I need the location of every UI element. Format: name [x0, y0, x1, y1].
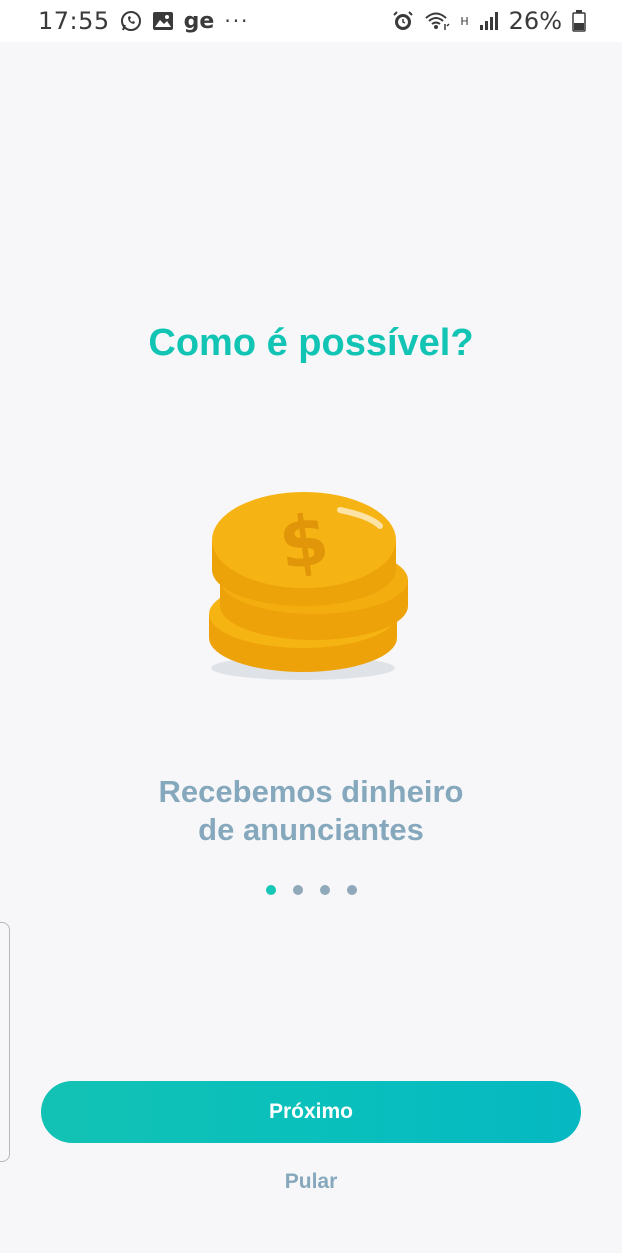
gallery-icon	[152, 11, 174, 31]
alarm-icon	[392, 10, 414, 32]
status-bar-left: 17:55 ge ···	[38, 7, 249, 35]
subtitle-line-1: Recebemos dinheiro	[158, 774, 464, 809]
whatsapp-icon	[120, 10, 142, 32]
skip-link[interactable]: Pular	[0, 1170, 622, 1194]
status-bar-right: H 26%	[392, 7, 586, 35]
page-dot-3[interactable]	[319, 885, 330, 895]
page-dot-4[interactable]	[346, 885, 357, 895]
signal-icon	[479, 11, 499, 31]
subtitle-line-2: de anunciantes	[198, 812, 424, 847]
more-notifications-icon: ···	[224, 9, 250, 33]
page-indicator	[0, 885, 622, 895]
coins-illustration: $	[200, 488, 425, 688]
coin-stack-icon: $	[209, 492, 408, 680]
status-time: 17:55	[38, 7, 110, 35]
onboarding-subtitle: Recebemos dinheiro de anunciantes	[0, 773, 622, 849]
battery-icon	[572, 10, 586, 32]
wifi-icon	[424, 10, 450, 32]
page-title: Como é possível?	[148, 322, 474, 364]
ge-app-icon: ge	[183, 8, 215, 34]
page-dot-1[interactable]	[265, 885, 276, 895]
status-bar: 17:55 ge ··· H 26%	[0, 0, 622, 42]
network-type-label: H	[460, 15, 469, 28]
battery-percent: 26%	[508, 7, 562, 35]
page-dot-2[interactable]	[292, 885, 303, 895]
edge-panel-handle[interactable]	[0, 922, 10, 1162]
next-button[interactable]: Próximo	[41, 1081, 581, 1143]
